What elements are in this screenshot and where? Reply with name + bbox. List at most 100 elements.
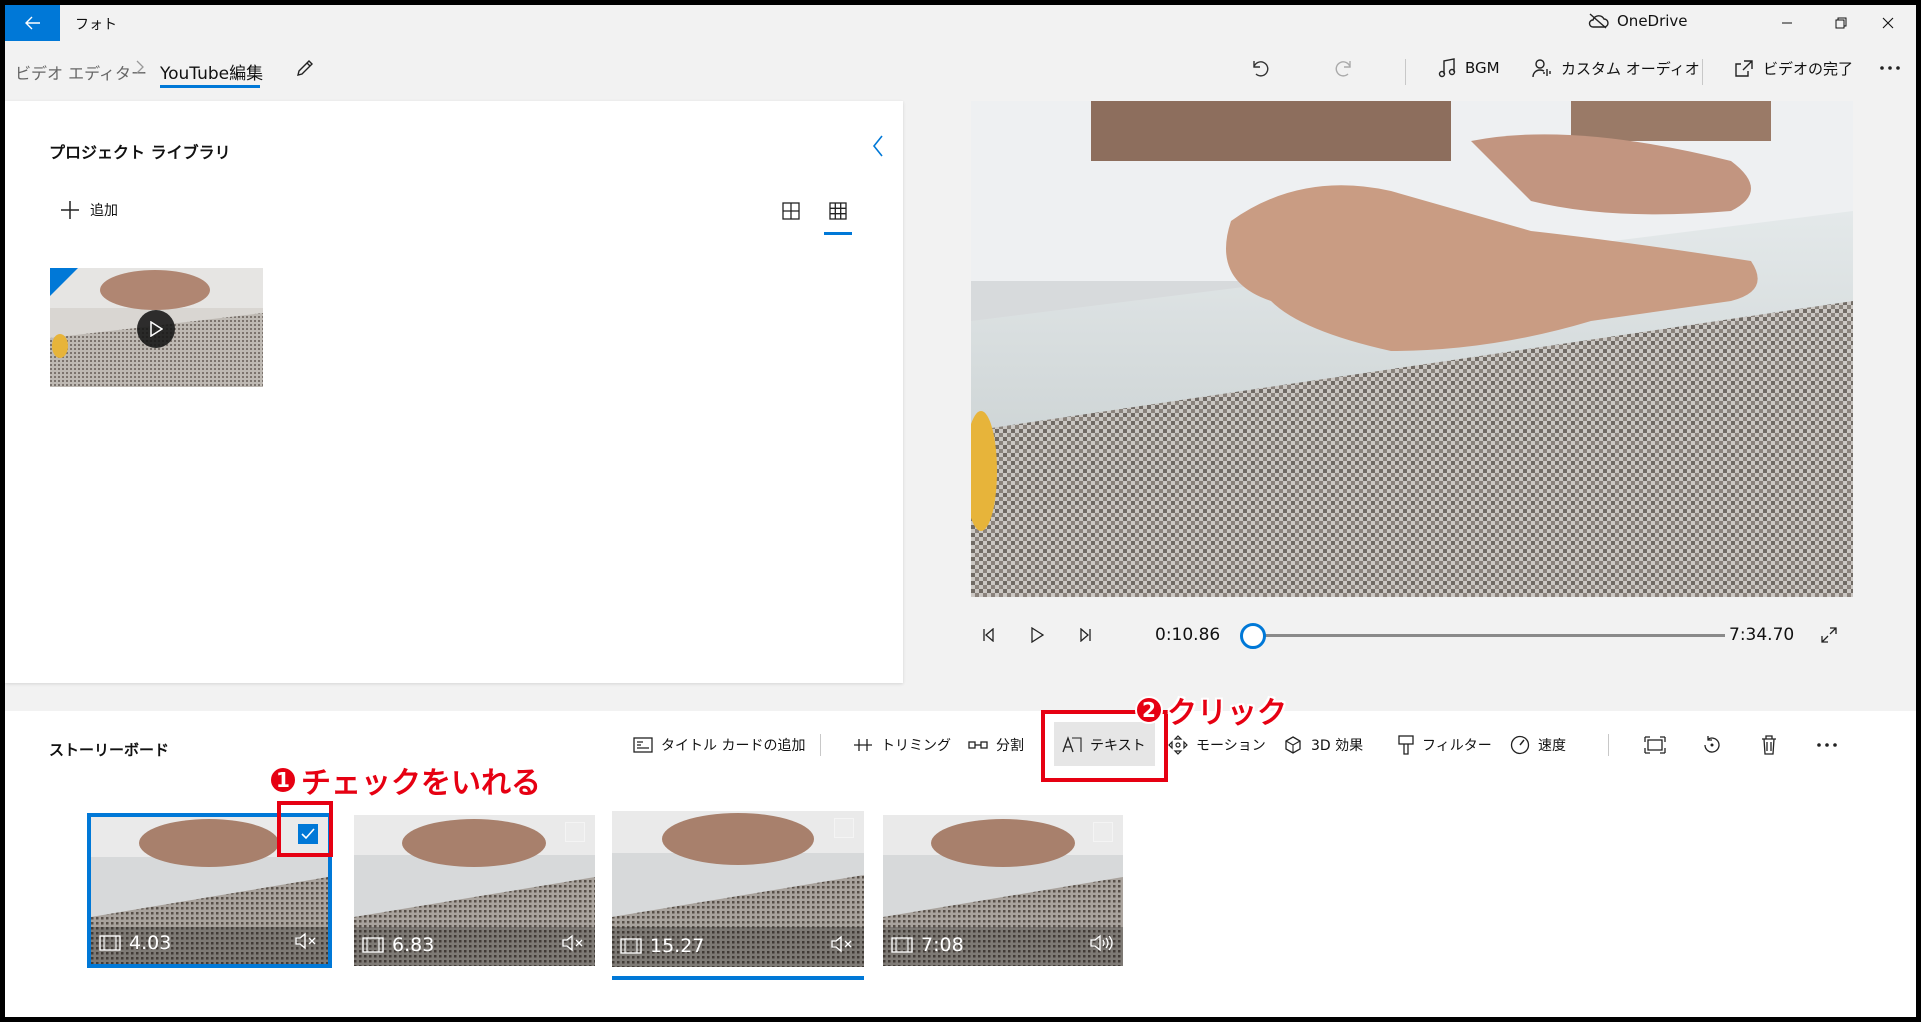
clip-duration-label: 4.03 bbox=[129, 932, 172, 954]
annotation-step-1: 1 チェックをいれる bbox=[269, 758, 541, 802]
chevron-left-icon bbox=[872, 135, 883, 157]
plus-icon bbox=[61, 201, 79, 219]
trim-button[interactable]: トリミング bbox=[853, 729, 951, 761]
3d-effects-button[interactable]: 3D 効果 bbox=[1283, 729, 1363, 761]
clip-checkbox[interactable] bbox=[834, 818, 854, 838]
split-button[interactable]: 分割 bbox=[968, 729, 1024, 761]
storyboard-divider bbox=[820, 734, 821, 756]
more-dots-icon bbox=[1880, 66, 1900, 70]
more-dots-icon bbox=[1817, 743, 1837, 747]
custom-audio-label: カスタム オーディオ bbox=[1561, 59, 1700, 78]
add-title-card-label: タイトル カードの追加 bbox=[661, 738, 806, 754]
redo-button[interactable] bbox=[1327, 51, 1363, 85]
filters-button[interactable]: フィルター bbox=[1398, 729, 1492, 761]
film-icon bbox=[891, 937, 913, 953]
clip-duration-label: 15.27 bbox=[650, 935, 705, 957]
large-grid-view-button[interactable] bbox=[776, 196, 806, 226]
storyboard-clip[interactable]: 15.27 bbox=[612, 811, 864, 967]
play-icon bbox=[1031, 627, 1044, 643]
next-frame-button[interactable] bbox=[1067, 615, 1103, 655]
motion-button[interactable]: モーション bbox=[1168, 729, 1266, 761]
playback-controls: 0:10.86 7:34.70 bbox=[971, 615, 1851, 655]
custom-audio-button[interactable]: カスタム オーディオ bbox=[1532, 51, 1700, 85]
annotation-step-1-text: チェックをいれる bbox=[301, 766, 541, 801]
storyboard-panel: ストーリーボード タイトル カードの追加 トリミング 分割 テキスト モーション… bbox=[5, 711, 1916, 1017]
collapse-library-button[interactable] bbox=[863, 131, 893, 161]
video-frame-image bbox=[971, 101, 1853, 597]
add-title-card-button[interactable]: タイトル カードの追加 bbox=[633, 729, 805, 761]
finish-video-button[interactable]: ビデオの完了 bbox=[1734, 51, 1853, 85]
back-button[interactable] bbox=[5, 5, 60, 41]
toolbar-divider bbox=[1702, 59, 1703, 85]
filters-label: フィルター bbox=[1422, 738, 1492, 754]
library-video-thumbnail[interactable] bbox=[50, 268, 263, 387]
delete-button[interactable] bbox=[1752, 729, 1786, 761]
undo-icon bbox=[1253, 61, 1269, 77]
resize-icon bbox=[1644, 736, 1666, 754]
command-bar: ビデオ エディター YouTube編集 BGM カスタム オーディオ ビデオの完… bbox=[5, 41, 1916, 97]
clip-duration-label: 6.83 bbox=[392, 934, 435, 956]
close-button[interactable] bbox=[1860, 5, 1916, 41]
bgm-button[interactable]: BGM bbox=[1438, 51, 1500, 85]
close-icon bbox=[1882, 17, 1894, 29]
motion-icon bbox=[1168, 735, 1188, 755]
resize-button[interactable] bbox=[1638, 729, 1672, 761]
rotate-button[interactable] bbox=[1695, 729, 1729, 761]
trash-icon bbox=[1762, 735, 1776, 755]
step-forward-icon bbox=[1080, 628, 1091, 642]
trim-icon bbox=[854, 739, 872, 751]
undo-button[interactable] bbox=[1241, 51, 1277, 85]
previous-frame-button[interactable] bbox=[971, 615, 1007, 655]
volume-muted-icon bbox=[562, 934, 583, 952]
seek-bar[interactable] bbox=[1241, 634, 1725, 637]
small-grid-view-button[interactable] bbox=[823, 196, 853, 226]
video-preview bbox=[971, 101, 1853, 597]
pencil-icon bbox=[297, 60, 313, 76]
add-media-button[interactable]: 追加 bbox=[60, 195, 118, 225]
clip-volume-button[interactable] bbox=[1089, 934, 1113, 956]
app-title: フォト bbox=[75, 17, 117, 33]
grid-large-icon bbox=[782, 202, 800, 220]
clip-duration: 4.03 bbox=[99, 932, 171, 954]
project-library-panel: プロジェクト ライブラリ 追加 bbox=[5, 101, 903, 683]
trim-label: トリミング bbox=[881, 738, 951, 754]
volume-muted-icon bbox=[295, 932, 316, 950]
clip-volume-button[interactable] bbox=[830, 935, 854, 957]
total-time: 7:34.70 bbox=[1729, 625, 1795, 645]
play-overlay-icon bbox=[137, 310, 175, 348]
minimize-button[interactable] bbox=[1759, 5, 1815, 41]
bgm-label: BGM bbox=[1465, 59, 1500, 77]
3d-effects-label: 3D 効果 bbox=[1311, 738, 1364, 754]
clip-volume-button[interactable] bbox=[561, 934, 585, 956]
motion-label: モーション bbox=[1196, 738, 1266, 754]
more-options-button[interactable] bbox=[1872, 51, 1908, 85]
fullscreen-button[interactable] bbox=[1811, 615, 1847, 655]
photos-app-window: フォト OneDrive ビデオ エディター YouTube編集 BGM カスタ… bbox=[5, 5, 1916, 1017]
onedrive-status[interactable]: OneDrive bbox=[1587, 12, 1688, 30]
storyboard-clip[interactable]: 6.83 bbox=[354, 815, 595, 966]
play-button[interactable] bbox=[1019, 615, 1055, 655]
current-clip-indicator bbox=[612, 976, 864, 980]
breadcrumb-video-editor[interactable]: ビデオ エディター bbox=[15, 60, 147, 84]
breadcrumb-project-name[interactable]: YouTube編集 bbox=[160, 59, 263, 84]
storyboard-title: ストーリーボード bbox=[49, 741, 170, 759]
clip-duration: 15.27 bbox=[620, 935, 704, 957]
film-icon bbox=[620, 938, 642, 954]
chevron-right-icon bbox=[135, 59, 145, 79]
film-icon bbox=[99, 935, 121, 951]
clip-volume-button[interactable] bbox=[294, 932, 318, 954]
speed-button[interactable]: 速度 bbox=[1510, 729, 1566, 761]
clip-checkbox[interactable] bbox=[565, 822, 585, 842]
rename-project-button[interactable] bbox=[290, 53, 320, 83]
cloud-off-icon bbox=[1588, 13, 1609, 29]
seek-thumb[interactable] bbox=[1239, 623, 1266, 649]
rotate-icon bbox=[1704, 736, 1720, 753]
clip-duration: 7:08 bbox=[891, 934, 964, 956]
storyboard-more-button[interactable] bbox=[1810, 729, 1844, 761]
annotation-step-2-text: クリック bbox=[1167, 696, 1287, 731]
clip-checkbox[interactable] bbox=[1093, 822, 1113, 842]
minimize-icon bbox=[1782, 22, 1792, 24]
breadcrumb-active-indicator bbox=[160, 85, 260, 88]
storyboard-divider bbox=[1608, 734, 1609, 756]
storyboard-clip[interactable]: 7:08 bbox=[883, 815, 1123, 966]
